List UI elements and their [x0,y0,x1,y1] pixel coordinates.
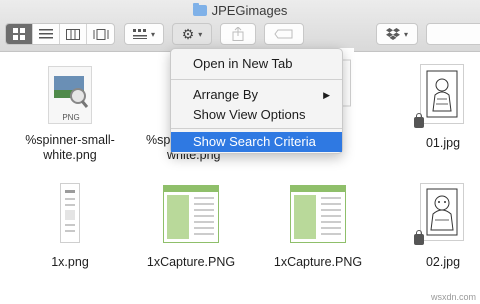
view-mode-control [5,23,115,45]
list-view-icon [39,29,53,39]
lock-icon [414,230,424,245]
share-icon [232,27,244,41]
menu-separator [171,79,342,80]
image-thumbnail [163,185,219,243]
file-name: 1xCapture.PNG [273,255,363,269]
gallery-view-icon [93,28,108,40]
column-view-button[interactable] [60,24,87,44]
column-view-icon [66,28,80,40]
gallery-view-button[interactable] [87,24,114,44]
png-file-icon: PNG [48,66,92,124]
gear-icon: ⚙ [181,25,195,42]
window-title: JPEGimages [0,3,480,18]
action-button[interactable]: ⚙ ▾ [172,23,212,45]
dropbox-icon [385,28,400,40]
window-title-text: JPEGimages [211,3,288,18]
file-name-line1: %sp [146,133,170,147]
chevron-down-icon: ▾ [150,29,155,39]
menu-separator [171,128,342,129]
file-name-line1: %spinner-small- [25,133,115,147]
menu-item-label: Arrange By [193,87,259,102]
menu-item-show-search-criteria[interactable]: Show Search Criteria [171,132,342,152]
menu-item-label: Show Search Criteria [193,134,316,149]
dropbox-button[interactable]: ▾ [376,23,418,45]
menu-item-label: Open in New Tab [193,56,293,71]
group-grid-icon [132,29,147,39]
lock-icon [414,113,424,128]
image-thumbnail [60,183,80,243]
menu-item-label: Show View Options [193,107,306,122]
chevron-down-icon: ▾ [403,29,408,39]
file-name-line2: white.png [43,148,97,162]
watermark: wsxdn.com [430,292,476,302]
file-name: 02.jpg [425,255,461,269]
image-thumbnail [420,183,464,241]
file-name: 01.jpg [425,136,461,150]
folder-icon [192,3,207,16]
tall-preview-icon [65,190,75,232]
search-field[interactable] [426,23,480,45]
icon-view-button[interactable] [6,24,33,44]
capture-preview-icon [291,186,345,239]
menu-item-open-in-new-tab[interactable]: Open in New Tab [171,54,342,74]
sketch-preview-icon [426,188,458,236]
tag-button[interactable] [264,23,304,45]
tag-icon [274,29,293,39]
group-button[interactable]: ▾ [124,23,164,45]
finder-window: JPEGimages ▾ ⚙ ▾ ▾ PNG %spinner-small- w… [0,0,480,304]
menu-item-show-view-options[interactable]: Show View Options [171,105,342,125]
png-badge: PNG [62,113,80,122]
toolbar: JPEGimages ▾ ⚙ ▾ ▾ [0,0,480,52]
list-view-button[interactable] [33,24,60,44]
capture-preview-icon [164,186,218,239]
chevron-down-icon: ▾ [198,29,203,39]
action-menu: Open in New Tab Arrange By ▶ Show View Op… [170,48,343,154]
file-name: 1x.png [51,255,89,269]
submenu-arrow-icon: ▶ [323,90,330,100]
icon-view-icon [13,28,25,40]
file-name: 1xCapture.PNG [146,255,236,269]
sketch-preview-icon [426,70,458,118]
image-thumbnail [290,185,346,243]
menu-item-arrange-by[interactable]: Arrange By ▶ [171,85,342,105]
image-thumbnail [420,64,464,124]
share-button[interactable] [220,23,256,45]
